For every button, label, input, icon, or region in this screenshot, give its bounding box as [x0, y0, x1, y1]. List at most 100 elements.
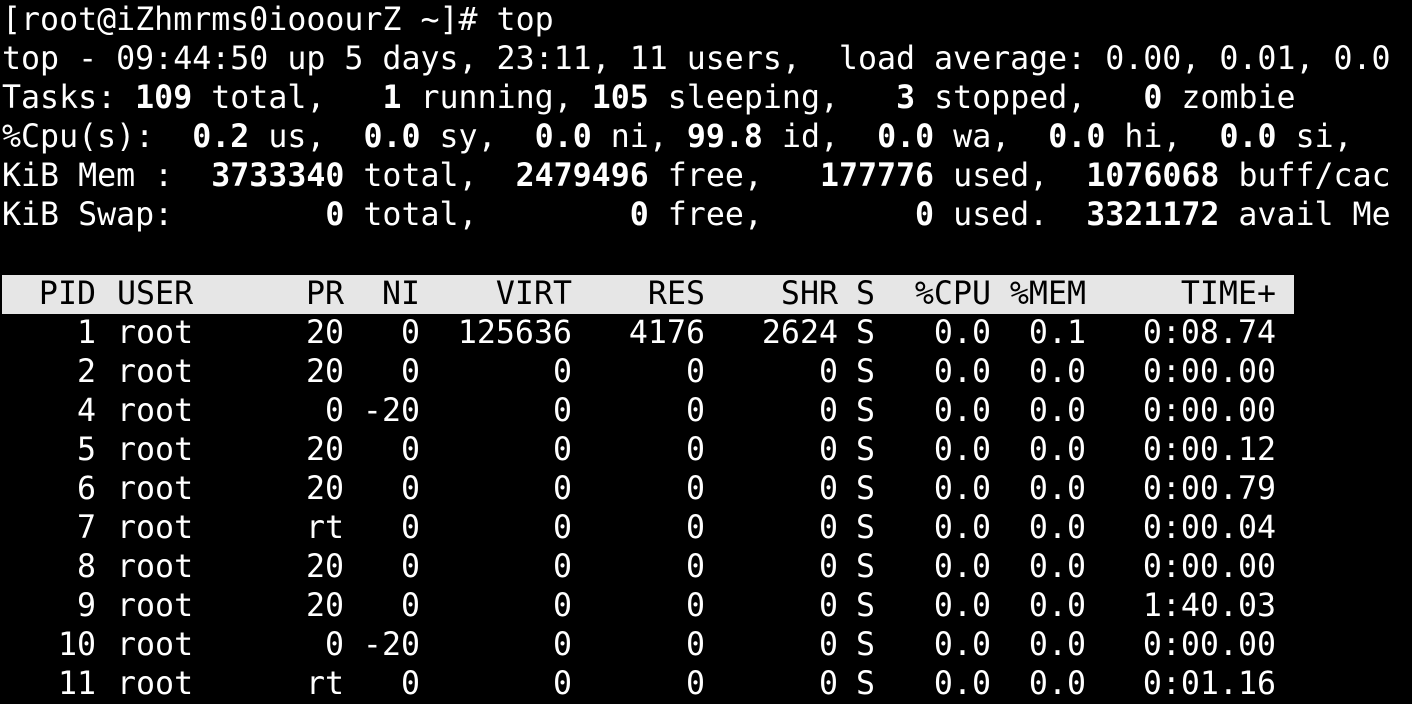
- process-cell-pid: 7: [76, 510, 96, 546]
- process-cell-mem: 0.0: [1028, 354, 1086, 390]
- process-cell-state: S: [856, 354, 876, 390]
- process-cell-state: S: [856, 471, 876, 507]
- process-cell-ni: -20: [362, 393, 420, 429]
- cpu-us-suffix: us,: [249, 119, 364, 155]
- process-cell-state: S: [856, 588, 876, 624]
- process-cell-shr: 0: [818, 588, 838, 624]
- process-cell-time: 0:00.04: [1142, 510, 1276, 546]
- cpu-si-value: 0.0: [1219, 119, 1277, 155]
- process-cell-time: 0:00.00: [1142, 627, 1276, 663]
- process-cell-virt: 125636: [457, 315, 572, 351]
- process-cell-state: S: [856, 666, 876, 702]
- cpu-us-value: 0.2: [192, 119, 250, 155]
- process-cell-ni: 0: [400, 666, 420, 702]
- process-cell-res: 0: [685, 354, 705, 390]
- process-cell-pid: 1: [76, 315, 96, 351]
- process-cell-pr: 0: [324, 627, 344, 663]
- process-cell-user: root: [117, 549, 194, 585]
- tasks-sleeping-suffix: sleeping,: [648, 80, 897, 116]
- cpu-id-suffix: id,: [762, 119, 878, 155]
- cpu-id-value: 99.8: [686, 119, 763, 155]
- process-cell-pr: 20: [305, 588, 344, 624]
- column-header-virt: VIRT: [495, 276, 572, 312]
- column-header-pid: PID: [38, 276, 96, 312]
- terminal-window[interactable]: [root@iZhmrms0iooourZ ~]# top top - 09:4…: [0, 0, 1412, 704]
- process-cell-virt: 0: [552, 588, 572, 624]
- process-cell-time: 0:00.79: [1142, 471, 1276, 507]
- cpu-si-suffix: si,: [1276, 119, 1353, 155]
- cpu-hi-suffix: hi,: [1105, 119, 1220, 155]
- mem-buff-value: 1076068: [1086, 158, 1220, 194]
- process-cell-state: S: [856, 315, 876, 351]
- cpu-wa-suffix: wa,: [934, 119, 1049, 155]
- mem-free-value: 2479496: [515, 158, 649, 194]
- swap-line: KiB Swap: 0 total, 0 free, 0 used. 33211…: [2, 196, 1391, 235]
- process-cell-cpu: 0.0: [933, 510, 991, 546]
- process-cell-ni: -20: [362, 627, 420, 663]
- tasks-zombie-suffix: zombie: [1162, 80, 1296, 116]
- process-cell-state: S: [856, 627, 876, 663]
- tasks-total-value: 109: [135, 80, 193, 116]
- column-header-mem: %MEM: [1009, 276, 1086, 312]
- process-cell-ni: 0: [400, 510, 420, 546]
- process-cell-res: 0: [685, 432, 705, 468]
- cpu-label: %Cpu(s):: [2, 119, 193, 155]
- swap-used-suffix: used.: [934, 197, 1087, 233]
- process-cell-cpu: 0.0: [933, 471, 991, 507]
- process-cell-shr: 2624: [761, 315, 838, 351]
- process-cell-time: 0:08.74: [1142, 315, 1276, 351]
- process-cell-res: 0: [685, 471, 705, 507]
- process-cell-virt: 0: [552, 549, 572, 585]
- process-cell-mem: 0.0: [1028, 666, 1086, 702]
- process-cell-pr: 20: [305, 471, 344, 507]
- swap-total-value: 0: [325, 197, 345, 233]
- column-header-cpu: %CPU: [914, 276, 991, 312]
- process-cell-pr: 20: [305, 432, 344, 468]
- process-cell-virt: 0: [552, 471, 572, 507]
- swap-total-suffix: total,: [344, 197, 630, 233]
- process-cell-shr: 0: [818, 432, 838, 468]
- tasks-label: Tasks:: [2, 80, 136, 116]
- column-header-res: RES: [647, 276, 705, 312]
- process-cell-user: root: [117, 354, 194, 390]
- process-cell-user: root: [117, 393, 194, 429]
- process-cell-pid: 11: [57, 666, 96, 702]
- cpu-sy-value: 0.0: [363, 119, 421, 155]
- process-cell-virt: 0: [552, 627, 572, 663]
- process-cell-shr: 0: [818, 510, 838, 546]
- mem-free-suffix: free,: [648, 158, 820, 194]
- tasks-line: Tasks: 109 total, 1 running, 105 sleepin…: [2, 79, 1296, 118]
- process-cell-user: root: [117, 666, 194, 702]
- process-cell-mem: 0.1: [1028, 315, 1086, 351]
- process-cell-ni: 0: [400, 354, 420, 390]
- process-cell-time: 1:40.03: [1142, 588, 1276, 624]
- process-cell-pid: 2: [76, 354, 96, 390]
- process-cell-time: 0:00.00: [1142, 549, 1276, 585]
- tasks-zombie-value: 0: [1143, 80, 1163, 116]
- process-cell-state: S: [856, 510, 876, 546]
- process-cell-pr: 20: [305, 549, 344, 585]
- tasks-stopped-suffix: stopped,: [915, 80, 1144, 116]
- process-cell-time: 0:00.00: [1142, 393, 1276, 429]
- mem-total-value: 3733340: [211, 158, 345, 194]
- process-cell-res: 4176: [628, 315, 705, 351]
- process-cell-mem: 0.0: [1028, 588, 1086, 624]
- process-cell-mem: 0.0: [1028, 510, 1086, 546]
- mem-label: KiB Mem :: [2, 158, 212, 194]
- column-header-user: USER: [117, 276, 194, 312]
- process-cell-virt: 0: [552, 393, 572, 429]
- process-cell-pr: 20: [305, 354, 344, 390]
- process-cell-user: root: [117, 627, 194, 663]
- process-cell-pid: 9: [76, 588, 96, 624]
- process-cell-ni: 0: [400, 315, 420, 351]
- process-cell-pr: rt: [305, 666, 344, 702]
- cpu-ni-suffix: ni,: [591, 119, 687, 155]
- process-cell-pid: 8: [76, 549, 96, 585]
- process-cell-virt: 0: [552, 666, 572, 702]
- process-cell-state: S: [856, 549, 876, 585]
- process-cell-cpu: 0.0: [933, 588, 991, 624]
- process-cell-cpu: 0.0: [933, 354, 991, 390]
- process-cell-user: root: [117, 510, 194, 546]
- process-cell-mem: 0.0: [1028, 627, 1086, 663]
- process-cell-shr: 0: [818, 627, 838, 663]
